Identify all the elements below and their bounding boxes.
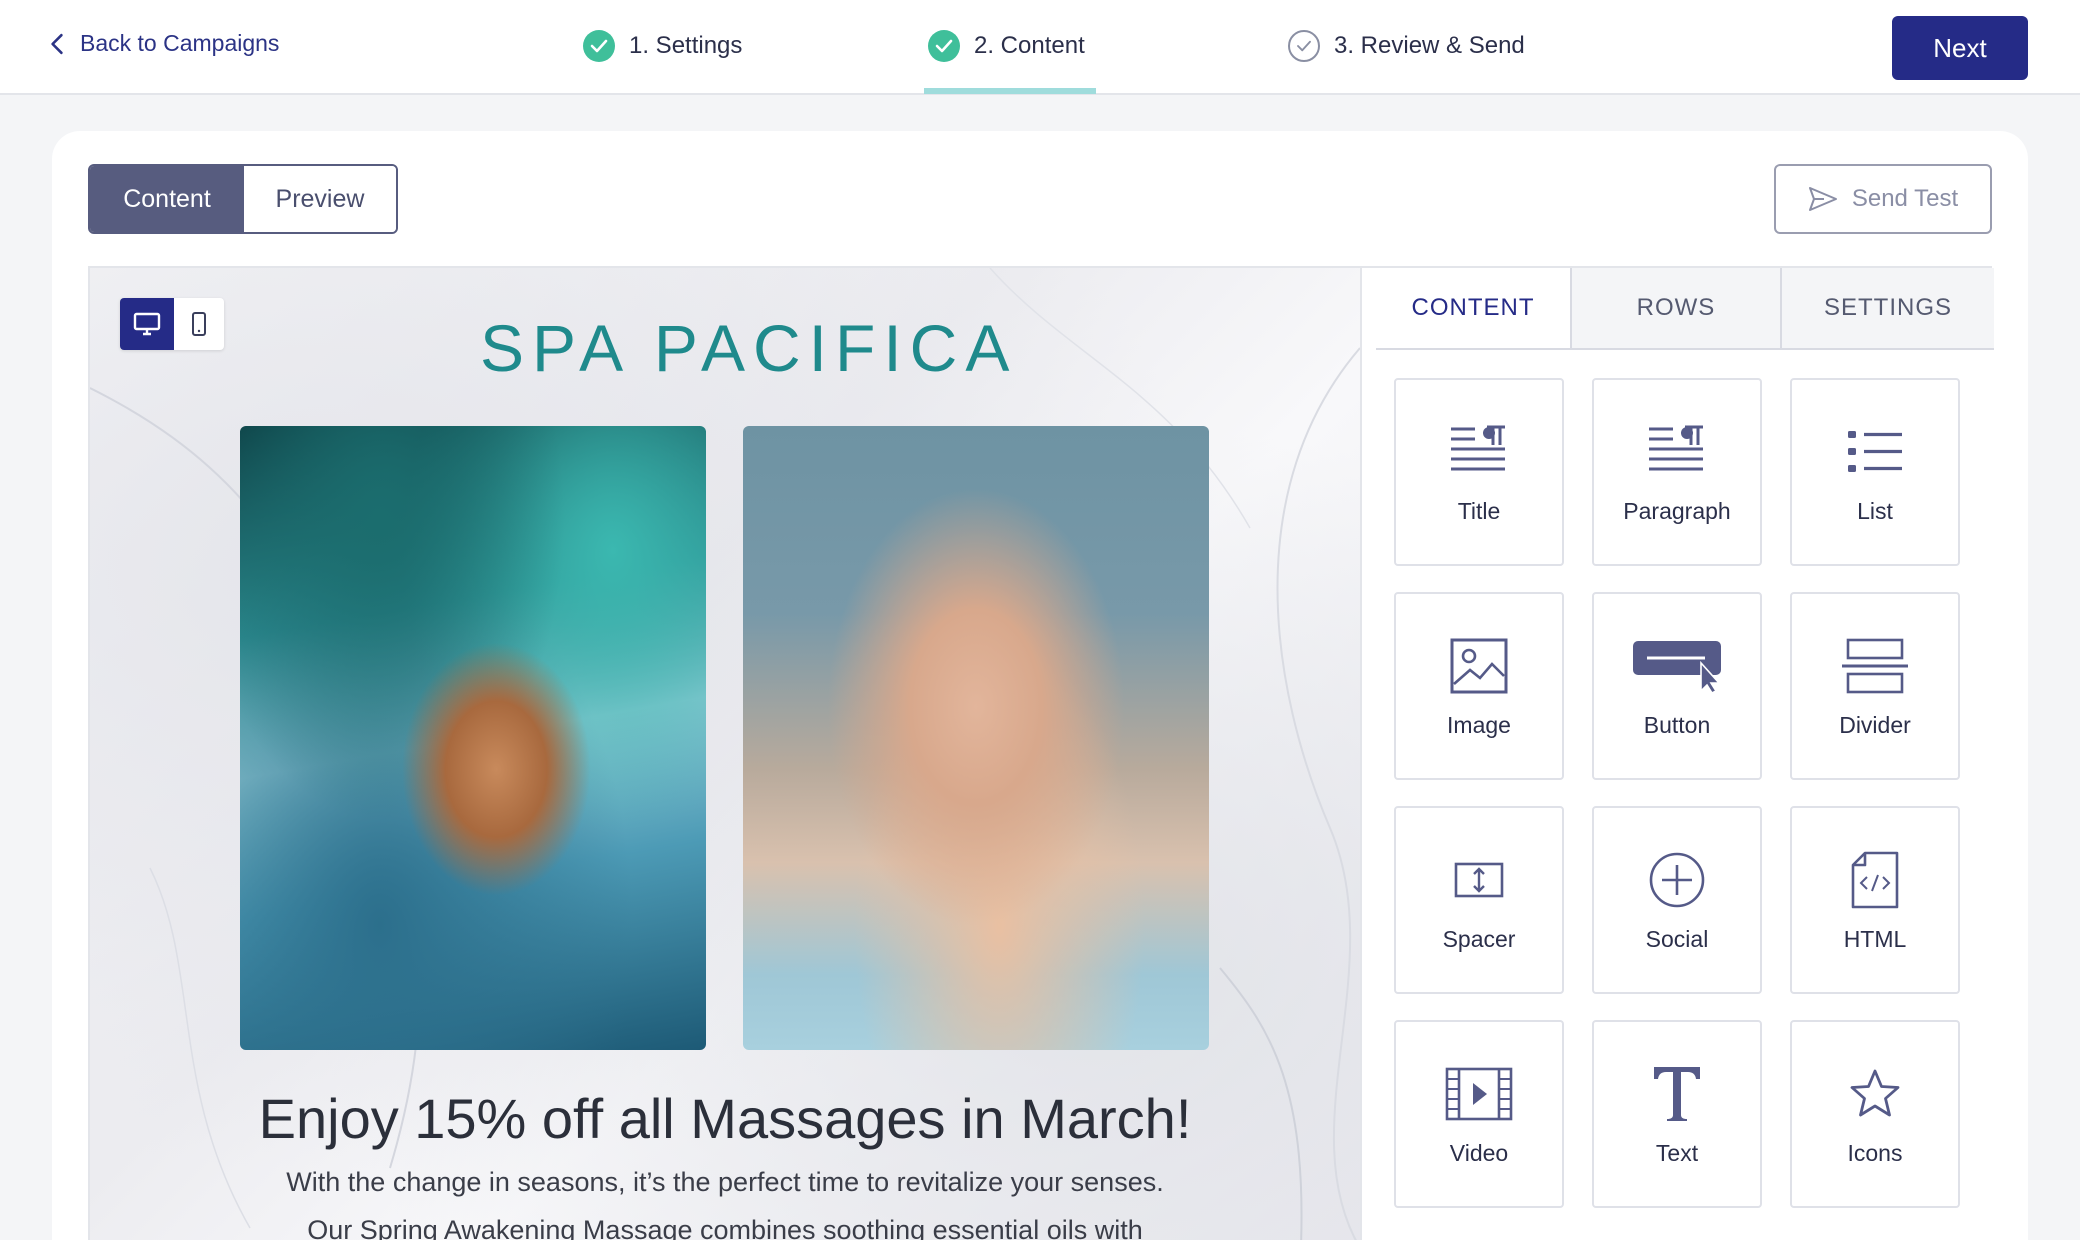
device-toggle [120, 298, 224, 350]
next-button[interactable]: Next [1892, 16, 2028, 80]
editor-card: Content Preview Send Test SPA PACIFICA E… [52, 131, 2028, 1240]
tab-settings[interactable]: SETTINGS [1782, 268, 1994, 348]
step-content[interactable]: 2. Content [928, 30, 1085, 62]
brand-logo: SPA PACIFICA [480, 311, 1018, 385]
block-label: Video [1449, 1139, 1509, 1166]
star-icon [1843, 1062, 1907, 1126]
spacer-icon [1447, 848, 1511, 912]
email-canvas[interactable]: SPA PACIFICA Enjoy 15% off all Massages … [90, 268, 1360, 1240]
mobile-icon [192, 312, 206, 336]
block-label: Divider [1839, 711, 1911, 738]
email-editor: SPA PACIFICA Enjoy 15% off all Massages … [88, 266, 1994, 1240]
step-review-send[interactable]: 3. Review & Send [1288, 30, 1525, 62]
tab-rows[interactable]: ROWS [1572, 268, 1782, 348]
step-label: 2. Content [974, 32, 1085, 59]
block-title[interactable]: Title [1394, 378, 1564, 566]
block-label: Paragraph [1623, 497, 1731, 524]
block-label: HTML [1843, 925, 1907, 952]
check-circle-icon [928, 30, 960, 62]
block-list[interactable]: List [1790, 378, 1960, 566]
video-icon [1445, 1062, 1513, 1126]
block-video[interactable]: Video [1394, 1020, 1564, 1208]
send-test-label: Send Test [1851, 185, 1959, 212]
send-icon [1808, 187, 1837, 211]
desktop-view-button[interactable] [120, 298, 174, 350]
text-icon [1645, 1062, 1709, 1126]
block-image[interactable]: Image [1394, 592, 1564, 780]
block-label: Icons [1847, 1139, 1903, 1166]
body-line: With the change in seasons, it’s the per… [286, 1167, 1164, 1197]
block-label: List [1857, 497, 1893, 524]
block-icons[interactable]: Icons [1790, 1020, 1960, 1208]
block-label: Text [1655, 1139, 1699, 1166]
send-test-button[interactable]: Send Test [1774, 164, 1992, 234]
image-icon [1447, 634, 1511, 698]
block-label: Button [1643, 711, 1711, 738]
preview-toggle-button[interactable]: Preview [244, 166, 396, 232]
back-label: Back to Campaigns [80, 30, 280, 56]
top-bar: Back to Campaigns 1. Settings 2. Content… [0, 0, 2080, 95]
list-icon [1843, 420, 1907, 484]
block-html[interactable]: HTML [1790, 806, 1960, 994]
block-label: Image [1447, 711, 1511, 738]
title-icon [1447, 420, 1511, 484]
block-button[interactable]: Button [1592, 592, 1762, 780]
panel-tabs: CONTENT ROWS SETTINGS [1376, 268, 1994, 350]
email-body-text[interactable]: With the change in seasons, it’s the per… [240, 1158, 1210, 1240]
swimmer-photo[interactable] [240, 426, 706, 1050]
block-label: Spacer [1442, 925, 1516, 952]
block-divider[interactable]: Divider [1790, 592, 1960, 780]
divider-icon [1840, 634, 1910, 698]
block-spacer[interactable]: Spacer [1394, 806, 1564, 994]
email-headline[interactable]: Enjoy 15% off all Massages in March! [90, 1086, 1360, 1151]
step-settings[interactable]: 1. Settings [583, 30, 742, 62]
massage-photo[interactable] [743, 426, 1209, 1050]
button-icon [1631, 634, 1723, 698]
desktop-icon [133, 312, 161, 336]
active-step-indicator [924, 88, 1096, 94]
block-social[interactable]: Social [1592, 806, 1762, 994]
step-label: 1. Settings [629, 32, 743, 59]
body-line: Our Spring Awakening Massage combines so… [307, 1215, 1143, 1240]
blocks-panel: CONTENT ROWS SETTINGS Title Paragraph Li… [1360, 268, 1994, 1240]
paragraph-icon [1645, 420, 1709, 484]
content-toggle-button[interactable]: Content [90, 166, 244, 232]
block-text[interactable]: Text [1592, 1020, 1762, 1208]
block-paragraph[interactable]: Paragraph [1592, 378, 1762, 566]
chevron-left-icon [51, 33, 63, 54]
mobile-view-button[interactable] [174, 298, 224, 350]
html-icon [1843, 848, 1907, 912]
block-label: Social [1645, 925, 1709, 952]
check-circle-icon [583, 30, 615, 62]
social-icon [1645, 848, 1709, 912]
block-label: Title [1457, 497, 1501, 524]
back-to-campaigns-link[interactable]: Back to Campaigns [48, 30, 279, 57]
check-circle-outline-icon [1288, 30, 1320, 62]
content-blocks-grid: Title Paragraph List Image Button Divide… [1394, 378, 1964, 1208]
tab-content[interactable]: CONTENT [1376, 268, 1572, 348]
step-label: 3. Review & Send [1334, 32, 1525, 59]
view-toggle: Content Preview [88, 164, 398, 234]
